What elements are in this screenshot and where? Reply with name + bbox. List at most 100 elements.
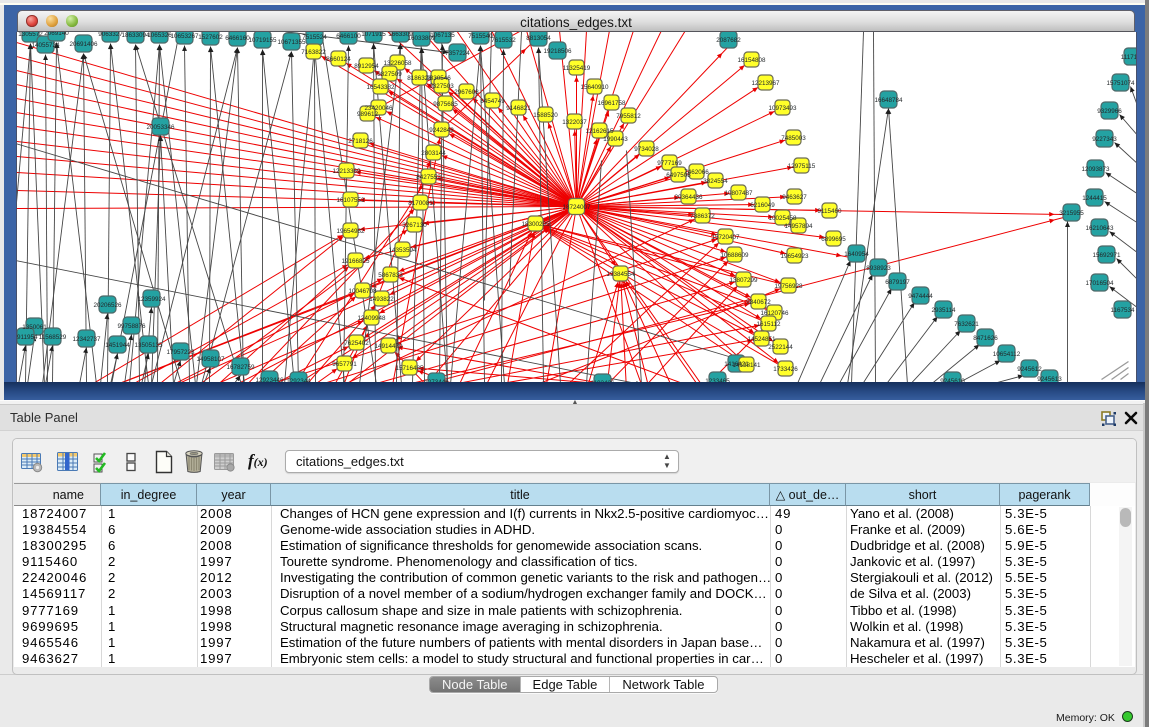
- svg-text:8813054: 8813054: [526, 35, 551, 42]
- svg-text:14524851: 14524851: [747, 336, 776, 343]
- svg-text:2967608: 2967608: [454, 89, 479, 96]
- svg-text:20364436: 20364436: [674, 194, 703, 201]
- svg-text:6216049: 6216049: [750, 202, 775, 209]
- svg-text:13505135: 13505135: [134, 342, 163, 349]
- svg-text:14353594: 14353594: [388, 247, 417, 254]
- svg-text:12162615: 12162615: [585, 128, 614, 135]
- svg-text:11568529: 11568529: [38, 334, 66, 341]
- svg-text:12093873: 12093873: [1081, 166, 1110, 173]
- svg-text:3267130: 3267130: [402, 222, 427, 229]
- svg-text:19654923: 19654923: [780, 253, 809, 260]
- svg-text:12975115: 12975115: [787, 163, 815, 170]
- svg-text:2935114: 2935114: [931, 307, 956, 314]
- svg-text:7515524: 7515524: [302, 34, 327, 41]
- svg-text:18300295: 18300295: [521, 221, 550, 228]
- svg-text:10025458: 10025458: [768, 215, 797, 222]
- svg-text:9327503: 9327503: [429, 83, 454, 90]
- svg-text:20053346: 20053346: [146, 124, 175, 131]
- svg-text:1071915: 1071915: [361, 32, 386, 38]
- svg-text:12409948: 12409948: [357, 315, 386, 322]
- svg-text:5867833: 5867833: [378, 272, 403, 279]
- svg-text:1990443: 1990443: [603, 136, 628, 143]
- svg-text:1305572: 1305572: [18, 32, 43, 38]
- svg-text:19218506: 19218506: [543, 48, 572, 55]
- svg-text:6497508: 6497508: [666, 172, 691, 179]
- svg-text:15720407: 15720407: [711, 234, 740, 241]
- svg-text:20691406: 20691406: [69, 41, 98, 48]
- svg-text:6466100: 6466100: [336, 33, 361, 40]
- svg-text:16210643: 16210643: [1085, 225, 1114, 232]
- svg-text:9115460: 9115460: [817, 208, 842, 215]
- svg-text:8660124: 8660124: [326, 56, 351, 63]
- svg-text:17016504: 17016504: [1085, 280, 1114, 287]
- svg-text:8170081: 8170081: [408, 200, 433, 207]
- svg-text:9474444: 9474444: [908, 293, 933, 300]
- svg-text:7485003: 7485003: [781, 135, 806, 142]
- svg-text:10654112: 10654112: [992, 351, 1020, 358]
- svg-text:7625402: 7625402: [344, 340, 369, 347]
- svg-text:8454749: 8454749: [480, 98, 505, 105]
- svg-text:14914479: 14914479: [374, 343, 403, 350]
- svg-text:7615532: 7615532: [491, 37, 516, 44]
- svg-text:8427552: 8427552: [416, 174, 441, 181]
- svg-text:2522144: 2522144: [768, 344, 793, 351]
- svg-text:9242848: 9242848: [429, 127, 454, 134]
- svg-text:1733426: 1733426: [773, 366, 798, 373]
- svg-text:12213369: 12213369: [332, 168, 361, 175]
- svg-text:16961758: 16961758: [597, 100, 626, 107]
- svg-text:14138141: 14138141: [732, 362, 761, 369]
- svg-text:9146821: 9146821: [506, 105, 531, 112]
- svg-text:19756928: 19756928: [774, 283, 803, 290]
- svg-text:16120746: 16120746: [760, 310, 789, 317]
- svg-text:9840672: 9840672: [746, 299, 771, 306]
- svg-text:3215955: 3215955: [1059, 210, 1084, 217]
- svg-text:1117102: 1117102: [1120, 54, 1135, 61]
- svg-text:3911954: 3911954: [17, 334, 38, 341]
- svg-text:9875685: 9875685: [433, 101, 458, 108]
- svg-text:10719155: 10719155: [248, 37, 277, 44]
- svg-text:1167534: 1167534: [1110, 307, 1135, 314]
- svg-text:12342737: 12342737: [72, 336, 101, 343]
- svg-text:9827509: 9827509: [377, 71, 402, 78]
- svg-text:16543382: 16543382: [366, 84, 395, 91]
- svg-text:7955812: 7955812: [616, 113, 641, 120]
- svg-text:16782759: 16782759: [226, 364, 255, 371]
- svg-text:2718126: 2718126: [348, 138, 373, 145]
- svg-text:10046708: 10046708: [348, 288, 377, 295]
- svg-text:1322037: 1322037: [562, 119, 587, 126]
- svg-text:16154808: 16154808: [737, 57, 766, 64]
- svg-text:20206526: 20206526: [93, 302, 122, 309]
- svg-text:9463627: 9463627: [782, 194, 807, 201]
- svg-text:3824554: 3824554: [703, 178, 728, 185]
- svg-text:12359924: 12359924: [137, 296, 166, 303]
- svg-text:10688609: 10688609: [720, 252, 749, 259]
- svg-text:9830546: 9830546: [426, 75, 451, 82]
- svg-text:19654982: 19654982: [336, 228, 365, 235]
- svg-text:1527602: 1527602: [198, 34, 223, 41]
- svg-text:15640910: 15640910: [580, 84, 609, 91]
- svg-text:1640954: 1640954: [844, 251, 869, 258]
- svg-text:16648784: 16648784: [874, 97, 903, 104]
- svg-text:14958107: 14958107: [196, 356, 225, 363]
- svg-text:16107553: 16107553: [336, 197, 365, 204]
- svg-text:1615112: 1615112: [756, 321, 781, 328]
- svg-text:6466160: 6466160: [225, 35, 250, 42]
- svg-text:1067135: 1067135: [430, 32, 455, 39]
- svg-text:15751074: 15751074: [1106, 80, 1135, 87]
- svg-text:17957223: 17957223: [166, 349, 195, 356]
- svg-text:2803144: 2803144: [421, 150, 446, 157]
- svg-text:19166825: 19166825: [341, 258, 370, 265]
- svg-text:19384554: 19384554: [606, 271, 635, 278]
- svg-text:13226058: 13226058: [383, 60, 412, 67]
- svg-text:9329966: 9329966: [1097, 108, 1122, 115]
- svg-text:10807487: 10807487: [724, 190, 753, 197]
- svg-text:9227343: 9227343: [1092, 136, 1117, 143]
- svg-text:11325419: 11325419: [562, 65, 590, 72]
- svg-text:7386372: 7386372: [690, 213, 715, 220]
- svg-text:7515540: 7515540: [468, 33, 493, 40]
- svg-text:9734028: 9734028: [634, 146, 659, 153]
- svg-text:1065326: 1065326: [147, 32, 172, 39]
- svg-text:8938923: 8938923: [866, 265, 891, 272]
- svg-text:7357224: 7357224: [445, 50, 470, 57]
- svg-text:1588520: 1588520: [533, 112, 558, 119]
